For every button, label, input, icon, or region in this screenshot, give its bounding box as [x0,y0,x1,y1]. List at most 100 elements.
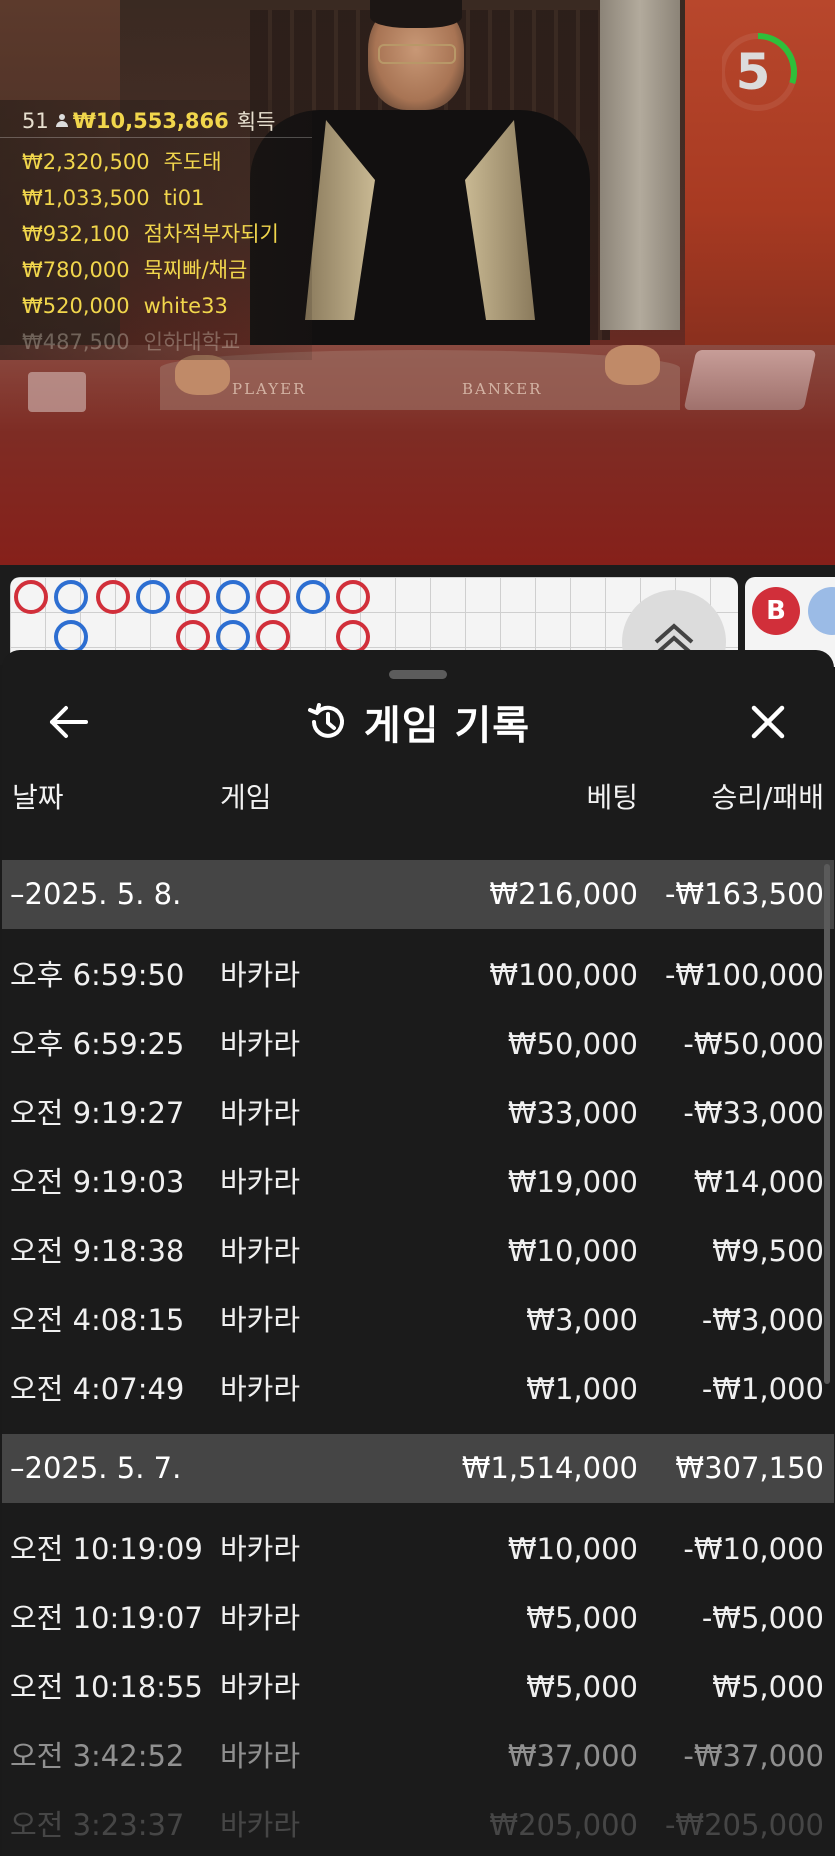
row-result: -₩100,000 [664,958,824,992]
row-result: -₩3,000 [701,1303,824,1337]
history-row[interactable]: 오전 10:18:55 바카라 ₩5,000 ₩5,000 [2,1653,834,1722]
row-game: 바카라 [220,1303,301,1337]
player-bead [54,580,88,614]
row-result: ₩14,000 [693,1165,824,1199]
history-row[interactable]: 오전 10:19:07 바카라 ₩5,000 -₩5,000 [2,1584,834,1653]
row-bet: ₩33,000 [507,1096,638,1130]
row-bet: ₩3,000 [526,1303,638,1337]
leaderboard-entry: ₩932,100 점차적부자되기 [22,222,279,246]
banker-bead [14,580,48,614]
history-row[interactable]: 오전 4:08:15 바카라 ₩3,000 -₩3,000 [2,1286,834,1355]
sheet-header: 게임 기록 [2,690,834,754]
history-row[interactable]: 오전 9:19:27 바카라 ₩33,000 -₩33,000 [2,1079,834,1148]
row-result: -₩50,000 [683,1027,824,1061]
winnings-label: 획득 [236,109,276,134]
row-time: 오전 10:19:09 [10,1532,203,1566]
group-bet-total: ₩1,514,000 [461,1451,638,1485]
player-bead [296,580,330,614]
leaderboard-entry: ₩2,320,500 주도태 [22,150,222,174]
banker-predict-button[interactable]: B [752,587,800,635]
dealer-hand [605,345,660,385]
history-row[interactable]: 오후 6:59:50 바카라 ₩100,000 -₩100,000 [2,941,834,1010]
row-bet: ₩5,000 [526,1670,638,1704]
row-time: 오전 3:42:52 [10,1739,185,1773]
row-time: 오전 10:19:07 [10,1601,203,1635]
history-row[interactable]: 오전 9:18:38 바카라 ₩10,000 ₩9,500 [2,1217,834,1286]
row-game: 바카라 [220,1372,301,1406]
timer-value: 5 [735,43,771,101]
leaderboard-entry: ₩520,000 white33 [22,294,228,318]
discard-tray [28,372,86,412]
history-row[interactable]: 오전 3:23:37 바카라 ₩205,000 -₩205,000 [2,1791,834,1856]
scrollbar[interactable] [824,864,830,1384]
date-group-row[interactable]: –2025. 5. 7. ₩1,514,000 ₩307,150 [2,1434,834,1503]
history-row[interactable]: 오전 3:42:52 바카라 ₩37,000 -₩37,000 [2,1722,834,1791]
row-result: ₩9,500 [712,1234,824,1268]
row-bet: ₩19,000 [507,1165,638,1199]
date-group-row[interactable]: –2025. 5. 8. ₩216,000 -₩163,500 [2,860,834,929]
row-time: 오후 6:59:50 [10,958,185,992]
player-count: 51 [22,108,49,133]
row-bet: ₩37,000 [507,1739,638,1773]
row-bet: ₩100,000 [489,958,638,992]
felt-banker-label: BANKER [462,380,543,398]
banker-bead [176,620,210,654]
row-time: 오전 4:08:15 [10,1303,185,1337]
row-game: 바카라 [220,1165,301,1199]
row-game: 바카라 [220,1027,301,1061]
row-time: 오전 9:19:27 [10,1096,185,1130]
row-game: 바카라 [220,1670,301,1704]
column-header-date[interactable]: 날짜 [12,778,64,818]
row-bet: ₩1,000 [526,1372,638,1406]
sheet-title: 게임 기록 [363,703,531,749]
dealer-glasses [378,44,456,64]
banker-bead [96,580,130,614]
row-time: 오전 9:19:03 [10,1165,185,1199]
row-result: -₩1,000 [701,1372,824,1406]
column-header-game[interactable]: 게임 [220,778,272,818]
card-shoe [683,350,817,410]
banker-bead [336,580,370,614]
person-icon [55,113,69,128]
drag-handle[interactable] [389,670,447,679]
history-row[interactable]: 오후 6:59:25 바카라 ₩50,000 -₩50,000 [2,1010,834,1079]
group-date: –2025. 5. 8. [10,877,182,911]
group-result-total: -₩163,500 [664,877,824,911]
row-game: 바카라 [220,1601,301,1635]
history-row[interactable]: 오전 9:19:03 바카라 ₩19,000 ₩14,000 [2,1148,834,1217]
close-icon [751,705,785,739]
row-bet: ₩205,000 [489,1808,638,1842]
row-result: ₩5,000 [712,1670,824,1704]
player-bead [136,580,170,614]
history-row[interactable]: 오전 10:19:09 바카라 ₩10,000 -₩10,000 [2,1515,834,1584]
bet-countdown-timer: 5 [719,30,806,114]
history-row[interactable]: 오전 4:07:49 바카라 ₩1,000 -₩1,000 [2,1355,834,1424]
group-bet-total: ₩216,000 [489,877,638,911]
dealer-hand [175,355,230,395]
banker-bead [256,620,290,654]
banker-bead [176,580,210,614]
row-game: 바카라 [220,1808,301,1842]
total-winnings: ₩10,553,866 [72,108,229,133]
close-button[interactable] [740,694,796,750]
row-game: 바카라 [220,1739,301,1773]
row-time: 오전 10:18:55 [10,1670,203,1704]
leaderboard-entry: ₩487,500 인하대학교 [22,330,241,354]
row-game: 바카라 [220,1096,301,1130]
column-header-result[interactable]: 승리/패배 [712,778,824,818]
row-result: -₩37,000 [683,1739,824,1773]
leaderboard-entry: ₩780,000 묵찌빠/채금 [22,258,248,282]
live-video-stream: PLAYER BANKER 51 ₩10,553,866 획득 ₩2,320,5… [0,0,835,565]
felt-player-label: PLAYER [232,380,307,398]
row-bet: ₩10,000 [507,1234,638,1268]
background-column [600,0,680,330]
row-time: 오전 3:23:37 [10,1808,185,1842]
player-bead [54,620,88,654]
group-result-total: ₩307,150 [675,1451,824,1485]
history-list[interactable]: –2025. 5. 8. ₩216,000 -₩163,500 오후 6:59:… [2,860,834,1856]
dealer-hair [370,0,462,28]
leaderboard-header: 51 ₩10,553,866 획득 [0,104,312,138]
row-bet: ₩50,000 [507,1027,638,1061]
row-result: -₩10,000 [683,1532,824,1566]
column-header-bet[interactable]: 베팅 [586,778,638,818]
